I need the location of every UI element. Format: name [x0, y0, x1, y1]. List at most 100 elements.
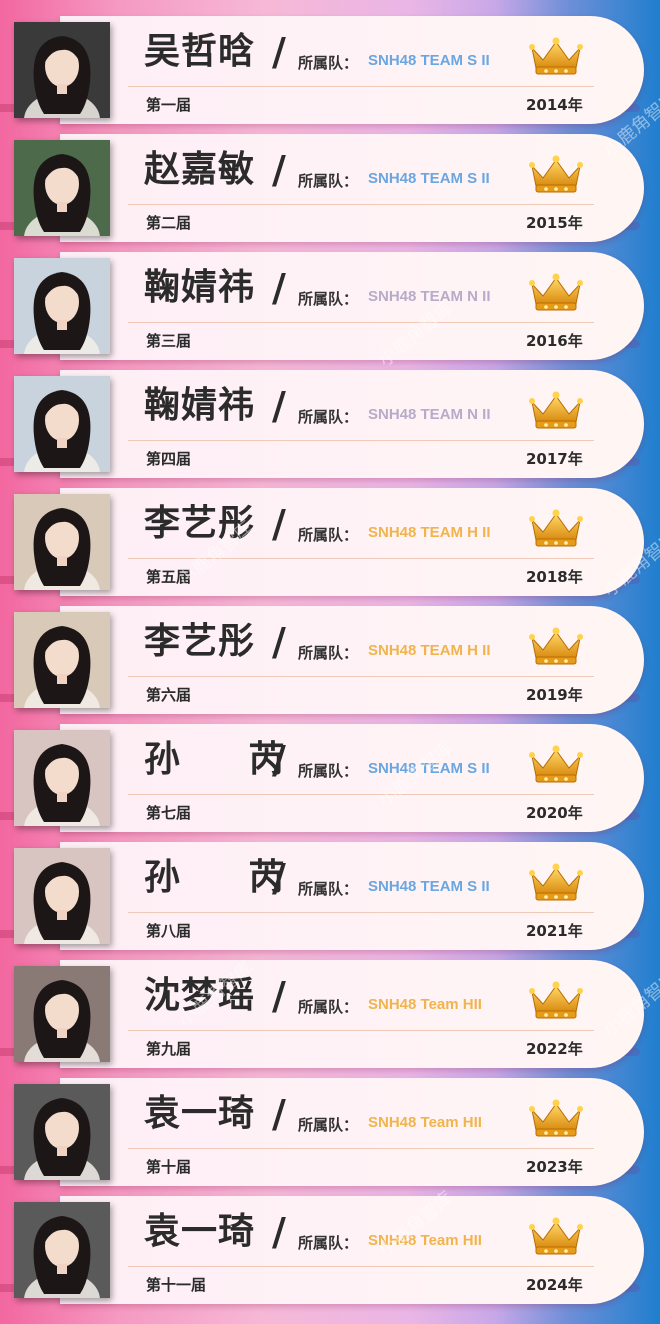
team-value: SNH48 TEAM S II — [368, 52, 490, 69]
winner-name: 孙 芮 — [144, 857, 313, 898]
portrait-image — [14, 140, 110, 236]
crown-icon — [529, 509, 583, 547]
crown-icon — [529, 1217, 583, 1255]
winner-name: 鞠婧祎 — [144, 385, 256, 426]
avatar — [14, 1084, 110, 1180]
crown-icon — [529, 155, 583, 193]
year-label: 2022年 — [526, 1040, 583, 1058]
list-item-5: 李艺彤 / 所属队： SNH48 TEAM H II 第五届 2018年 — [0, 472, 660, 596]
team-label: 所属队： — [298, 880, 359, 898]
year-label: 2021年 — [526, 922, 583, 940]
crown-icon — [529, 1099, 583, 1137]
year-label: 2016年 — [526, 332, 583, 350]
portrait-image — [14, 966, 110, 1062]
list-item-1: 吴哲晗 / 所属队： SNH48 TEAM S II 第一届 2014年 — [0, 0, 660, 124]
list-item-7: 孙 芮 / 所属队： SNH48 TEAM S II 第七届 2020年 — [0, 708, 660, 832]
edition-label: 第十一届 — [146, 1276, 207, 1294]
team-label: 所属队： — [298, 290, 359, 308]
team-label: 所属队： — [298, 526, 359, 544]
edition-label: 第四届 — [146, 450, 192, 468]
avatar — [14, 730, 110, 826]
list-item-9: 沈梦瑶 / 所属队： SNH48 Team HII 第九届 2022年 — [0, 944, 660, 1068]
portrait-image — [14, 612, 110, 708]
avatar — [14, 848, 110, 944]
avatar — [14, 22, 110, 118]
avatar — [14, 376, 110, 472]
separator-slash: / — [272, 1092, 286, 1136]
team-label: 所属队： — [298, 998, 359, 1016]
winner-name: 沈梦瑶 — [144, 975, 256, 1016]
team-value: SNH48 TEAM S II — [368, 170, 490, 187]
year-label: 2018年 — [526, 568, 583, 586]
team-value: SNH48 TEAM S II — [368, 878, 490, 895]
separator-slash: / — [272, 30, 286, 74]
portrait-image — [14, 22, 110, 118]
team-label: 所属队： — [298, 172, 359, 190]
divider — [128, 676, 594, 677]
divider — [128, 86, 594, 87]
team-label: 所属队： — [298, 1116, 359, 1134]
team-label: 所属队： — [298, 408, 359, 426]
team-value: SNH48 TEAM H II — [368, 524, 491, 541]
team-value: SNH48 TEAM N II — [368, 406, 491, 423]
list-item-6: 李艺彤 / 所属队： SNH48 TEAM H II 第六届 2019年 — [0, 590, 660, 714]
year-label: 2020年 — [526, 804, 583, 822]
divider — [128, 912, 594, 913]
edition-label: 第五届 — [146, 568, 192, 586]
avatar — [14, 1202, 110, 1298]
avatar — [14, 612, 110, 708]
portrait-image — [14, 1084, 110, 1180]
crown-icon — [529, 37, 583, 75]
list-item-11: 袁一琦 / 所属队： SNH48 Team HII 第十一届 2024年 — [0, 1180, 660, 1304]
portrait-image — [14, 1202, 110, 1298]
winner-name: 孙 芮 — [144, 739, 313, 780]
team-label: 所属队： — [298, 762, 359, 780]
separator-slash: / — [272, 148, 286, 192]
list-item-10: 袁一琦 / 所属队： SNH48 Team HII 第十届 2023年 — [0, 1062, 660, 1186]
portrait-image — [14, 848, 110, 944]
winner-name: 李艺彤 — [144, 503, 256, 544]
divider — [128, 558, 594, 559]
edition-label: 第一届 — [146, 96, 192, 114]
crown-icon — [529, 745, 583, 783]
team-value: SNH48 Team HII — [368, 996, 482, 1013]
divider — [128, 322, 594, 323]
year-label: 2019年 — [526, 686, 583, 704]
team-value: SNH48 Team HII — [368, 1232, 482, 1249]
crown-icon — [529, 391, 583, 429]
winner-name: 吴哲晗 — [144, 31, 256, 72]
divider — [128, 1030, 594, 1031]
year-label: 2015年 — [526, 214, 583, 232]
year-label: 2014年 — [526, 96, 583, 114]
winner-name: 赵嘉敏 — [144, 149, 256, 190]
winner-name: 袁一琦 — [144, 1211, 256, 1252]
avatar — [14, 494, 110, 590]
year-label: 2017年 — [526, 450, 583, 468]
separator-slash: / — [272, 266, 286, 310]
edition-label: 第二届 — [146, 214, 192, 232]
portrait-image — [14, 494, 110, 590]
portrait-image — [14, 376, 110, 472]
edition-label: 第三届 — [146, 332, 192, 350]
separator-slash: / — [272, 384, 286, 428]
separator-slash: / — [272, 1210, 286, 1254]
crown-icon — [529, 863, 583, 901]
edition-label: 第十届 — [146, 1158, 192, 1176]
divider — [128, 1148, 594, 1149]
edition-label: 第九届 — [146, 1040, 192, 1058]
crown-icon — [529, 273, 583, 311]
year-label: 2024年 — [526, 1276, 583, 1294]
edition-label: 第六届 — [146, 686, 192, 704]
edition-label: 第八届 — [146, 922, 192, 940]
divider — [128, 440, 594, 441]
winner-name: 鞠婧祎 — [144, 267, 256, 308]
team-label: 所属队： — [298, 54, 359, 72]
year-label: 2023年 — [526, 1158, 583, 1176]
team-value: SNH48 TEAM H II — [368, 642, 491, 659]
team-label: 所属队： — [298, 644, 359, 662]
winner-name: 李艺彤 — [144, 621, 256, 662]
team-value: SNH48 Team HII — [368, 1114, 482, 1131]
separator-slash: / — [272, 620, 286, 664]
ranking-list: 吴哲晗 / 所属队： SNH48 TEAM S II 第一届 2014年 赵嘉敏… — [0, 0, 660, 1324]
team-value: SNH48 TEAM N II — [368, 288, 491, 305]
